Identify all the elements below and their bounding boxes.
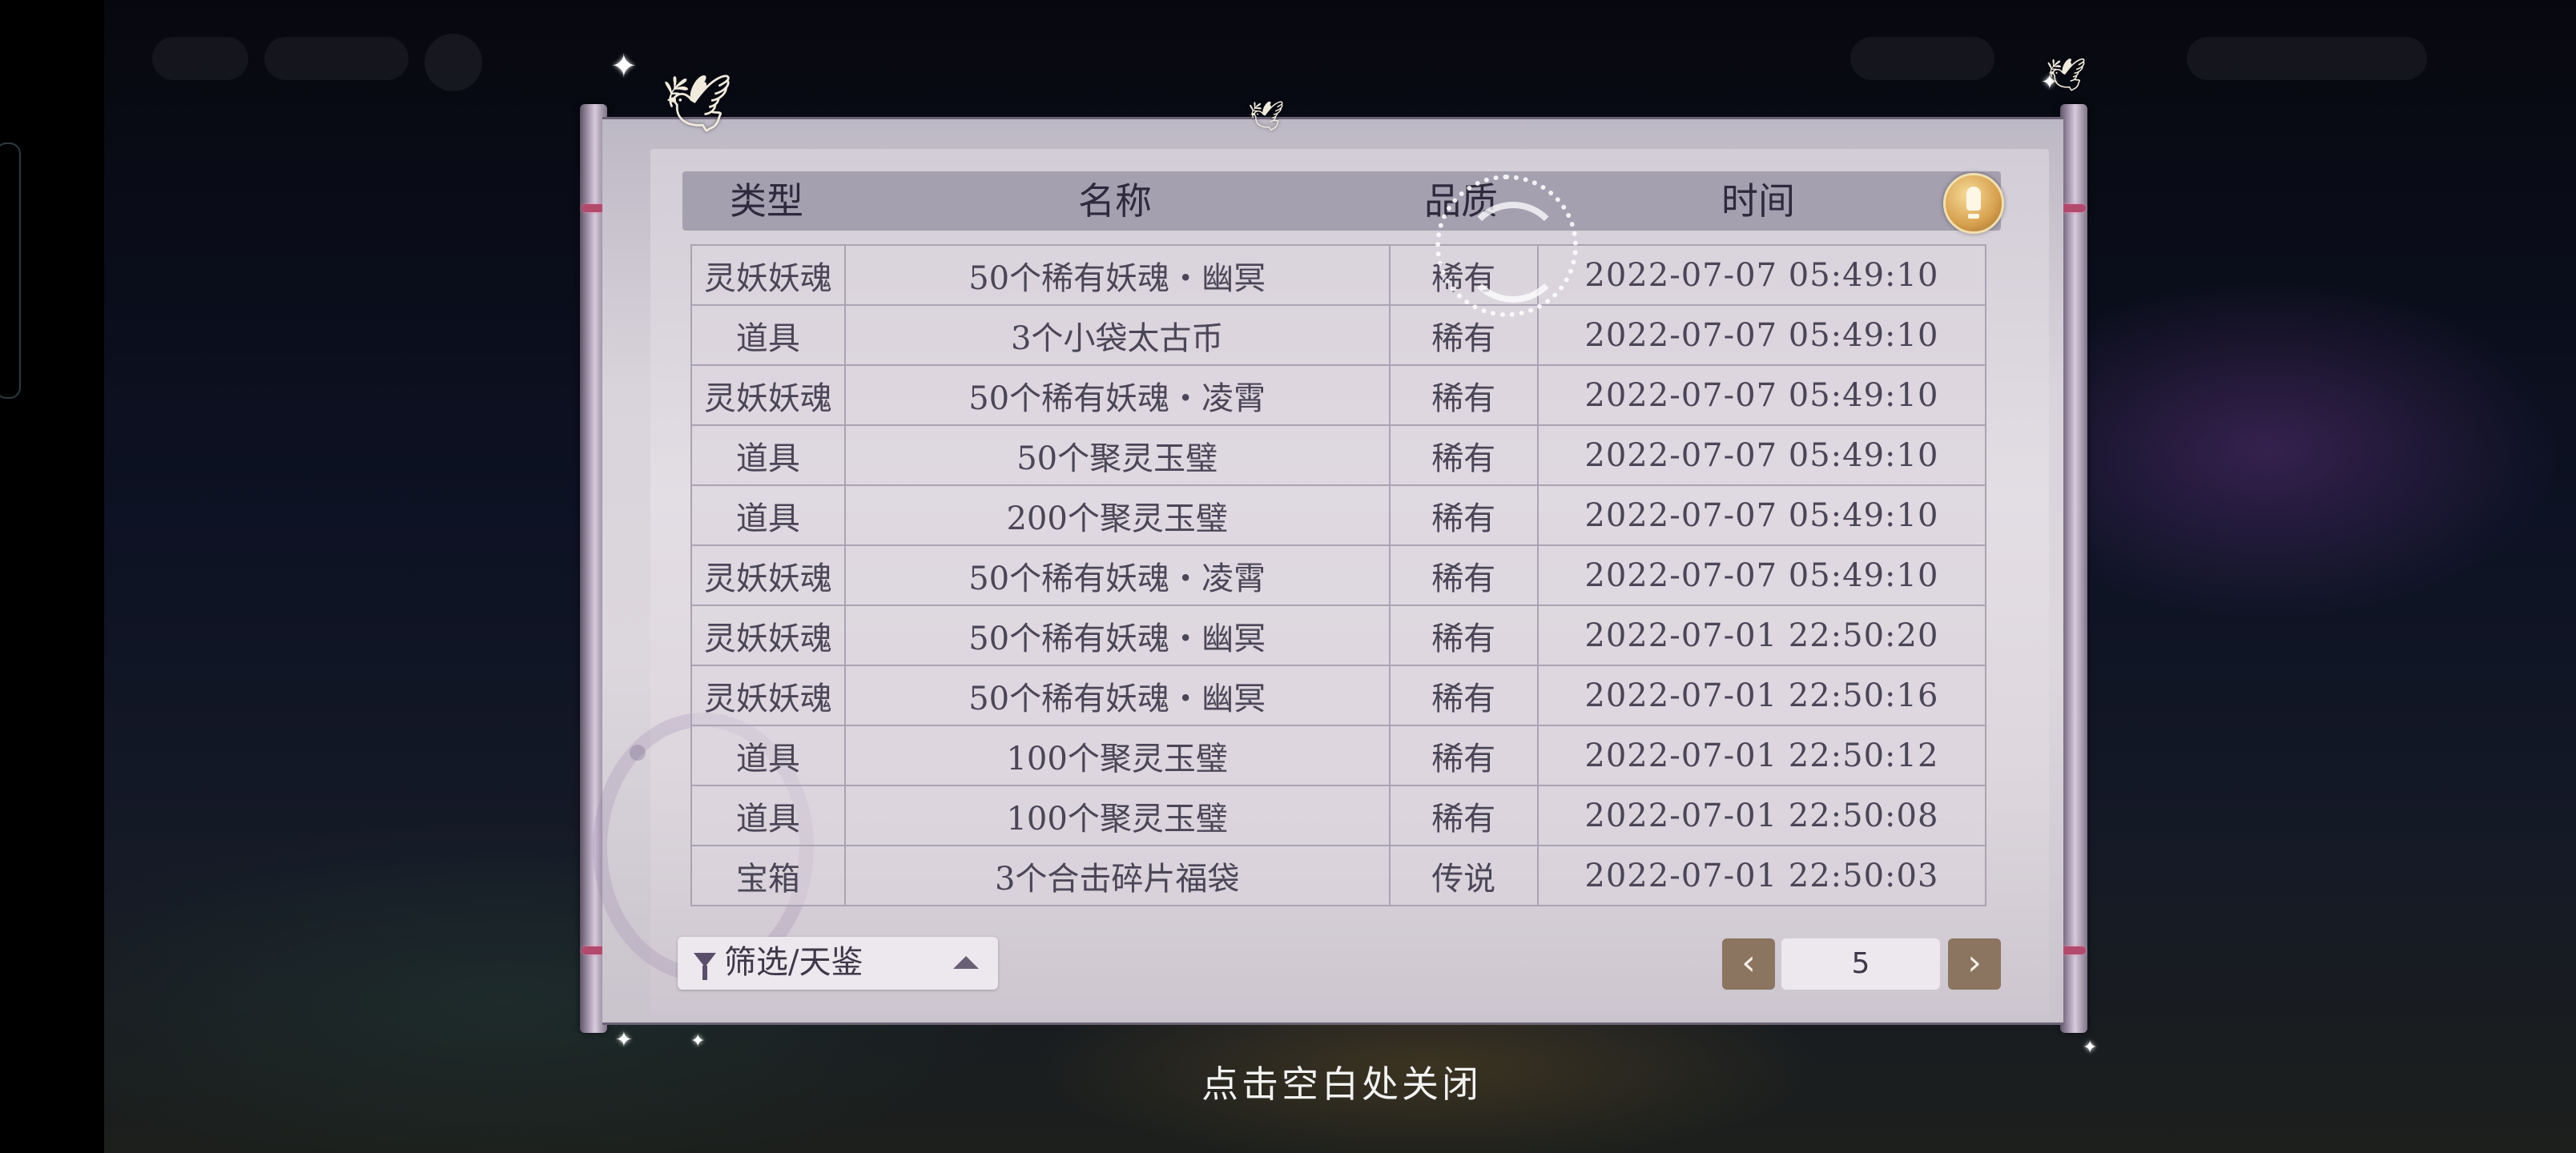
funnel-icon-stem	[702, 966, 707, 980]
side-handle	[0, 143, 21, 399]
row-item-name: 50个稀有妖魂・幽冥	[843, 665, 1391, 726]
close-hint-text: 点击空白处关闭	[1201, 1063, 1482, 1106]
row-item-name: 3个小袋太古币	[843, 304, 1391, 366]
row-type: 灵妖妖魂	[690, 544, 846, 606]
table-row: 灵妖妖魂 50个稀有妖魂・幽冥 稀有 2022-07-01 22:50:20	[690, 605, 1987, 666]
filter-label: 筛选/天鉴	[724, 944, 863, 981]
seal-stamp	[1435, 175, 1578, 317]
table-row: 道具 200个聚灵玉璧 稀有 2022-07-07 05:49:10	[690, 484, 1987, 546]
row-type: 灵妖妖魂	[690, 244, 846, 306]
row-item-name: 50个稀有妖魂・凌霄	[843, 364, 1391, 426]
row-time: 2022-07-01 22:50:20	[1536, 605, 1987, 666]
row-type: 灵妖妖魂	[690, 364, 846, 426]
swallow-icon: 🕊	[2046, 57, 2087, 94]
lightbulb-icon	[1966, 187, 1981, 211]
sparkle-icon: ✦	[2083, 1038, 2098, 1058]
seal-swirl	[1463, 202, 1564, 303]
record-table: 灵妖妖魂 50个稀有妖魂・幽冥 稀有 2022-07-07 05:49:10 道具 3个小…	[690, 244, 1987, 906]
row-quality: 稀有	[1388, 725, 1539, 786]
prev-page-button[interactable]: ‹	[1722, 938, 1775, 990]
row-type: 灵妖妖魂	[690, 605, 846, 666]
header-type: 类型	[730, 179, 803, 223]
next-page-button[interactable]: ›	[1948, 938, 2001, 990]
row-item-name: 50个稀有妖魂・幽冥	[843, 605, 1391, 666]
row-time: 2022-07-01 22:50:08	[1536, 785, 1987, 846]
table-row: 灵妖妖魂 50个稀有妖魂・凌霄 稀有 2022-07-07 05:49:10	[690, 364, 1987, 426]
row-quality: 稀有	[1388, 484, 1539, 546]
blurred-hud-item	[264, 37, 409, 80]
header-name: 名称	[1078, 179, 1152, 223]
row-quality: 稀有	[1388, 364, 1539, 426]
row-type: 灵妖妖魂	[690, 665, 846, 726]
row-item-name: 200个聚灵玉璧	[843, 484, 1391, 546]
page-number-field[interactable]: 5	[1781, 938, 1940, 990]
sparkle-icon: ✦	[690, 1031, 706, 1051]
row-time: 2022-07-01 22:50:16	[1536, 665, 1987, 726]
table-header: 类型 名称 品质 时间	[682, 171, 2001, 231]
row-quality: 稀有	[1388, 424, 1539, 486]
row-quality: 稀有	[1388, 605, 1539, 666]
filter-dropdown[interactable]: 筛选/天鉴	[678, 937, 998, 990]
table-row: 宝箱 3个合击碎片福袋 传说 2022-07-01 22:50:03	[690, 845, 1987, 906]
row-type: 宝箱	[690, 845, 846, 906]
swallow-icon: 🕊	[1248, 100, 1285, 133]
row-time: 2022-07-07 05:49:10	[1536, 244, 1987, 306]
row-item-name: 3个合击碎片福袋	[843, 845, 1391, 906]
row-quality: 传说	[1388, 845, 1539, 906]
blurred-hud-icon	[425, 34, 482, 91]
row-time: 2022-07-07 05:49:10	[1536, 484, 1987, 546]
swallow-icon: 🕊	[662, 70, 733, 136]
row-type: 道具	[690, 785, 846, 846]
table-row: 灵妖妖魂 50个稀有妖魂・凌霄 稀有 2022-07-07 05:49:10	[690, 544, 1987, 606]
table-row: 灵妖妖魂 50个稀有妖魂・幽冥 稀有 2022-07-07 05:49:10	[690, 244, 1987, 306]
table-row: 道具 50个聚灵玉璧 稀有 2022-07-07 05:49:10	[690, 424, 1987, 486]
header-time: 时间	[1721, 179, 1795, 223]
scroll-rod-right	[2060, 104, 2087, 1033]
row-item-name: 50个聚灵玉璧	[843, 424, 1391, 486]
row-quality: 稀有	[1388, 665, 1539, 726]
sparkle-icon: ✦	[615, 1028, 633, 1052]
row-item-name: 50个稀有妖魂・幽冥	[843, 244, 1391, 306]
blurred-hud-item	[1850, 37, 1994, 80]
row-item-name: 50个稀有妖魂・凌霄	[843, 544, 1391, 606]
sparkle-icon: ✦	[610, 48, 638, 85]
blurred-hud-item	[2187, 37, 2427, 80]
table-row: 道具 100个聚灵玉璧 稀有 2022-07-01 22:50:08	[690, 785, 1987, 846]
chevron-up-icon	[953, 956, 979, 969]
row-time: 2022-07-01 22:50:03	[1536, 845, 1987, 906]
row-time: 2022-07-07 05:49:10	[1536, 364, 1987, 426]
blurred-hud-item	[152, 37, 248, 80]
row-type: 道具	[690, 424, 846, 486]
row-item-name: 100个聚灵玉璧	[843, 785, 1391, 846]
row-time: 2022-07-07 05:49:10	[1536, 424, 1987, 486]
row-item-name: 100个聚灵玉璧	[843, 725, 1391, 786]
hint-button[interactable]	[1943, 173, 2004, 234]
row-type: 道具	[690, 484, 846, 546]
row-time: 2022-07-07 05:49:10	[1536, 304, 1987, 366]
row-quality: 稀有	[1388, 785, 1539, 846]
row-time: 2022-07-01 22:50:12	[1536, 725, 1987, 786]
row-type: 道具	[690, 304, 846, 366]
table-row: 道具 100个聚灵玉璧 稀有 2022-07-01 22:50:12	[690, 725, 1987, 786]
decorative-dot	[630, 745, 646, 761]
row-type: 道具	[690, 725, 846, 786]
table-row: 灵妖妖魂 50个稀有妖魂・幽冥 稀有 2022-07-01 22:50:16	[690, 665, 1987, 726]
table-row: 道具 3个小袋太古币 稀有 2022-07-07 05:49:10	[690, 304, 1987, 366]
lightbulb-base	[1968, 214, 1979, 219]
row-quality: 稀有	[1388, 544, 1539, 606]
row-time: 2022-07-07 05:49:10	[1536, 544, 1987, 606]
